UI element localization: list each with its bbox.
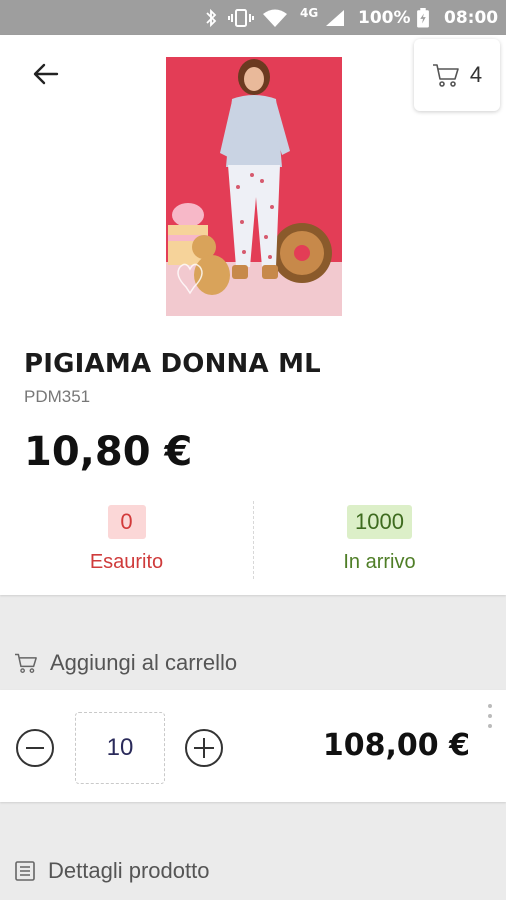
add-to-cart-label: Aggiungi al carrello xyxy=(50,650,238,675)
incoming-label: In arrivo xyxy=(343,551,416,573)
stock-incoming: 1000 In arrivo xyxy=(253,505,506,574)
arrow-left-icon xyxy=(33,63,59,85)
more-dot-icon xyxy=(488,714,492,718)
signal-icon xyxy=(326,10,344,26)
battery-icon xyxy=(417,8,429,28)
clock: 08:00 xyxy=(444,8,499,28)
quantity-card: 108,00 € xyxy=(0,690,506,802)
more-options-button[interactable] xyxy=(484,704,496,728)
cart-button[interactable]: 4 xyxy=(414,39,500,111)
back-button[interactable] xyxy=(26,59,66,89)
cart-icon xyxy=(432,64,459,87)
more-dot-icon xyxy=(488,724,492,728)
add-to-cart-header: Aggiungi al carrello xyxy=(0,638,506,688)
network-type: 4G xyxy=(300,6,319,20)
list-icon xyxy=(15,861,35,881)
wifi-icon xyxy=(263,9,287,27)
product-name: PIGIAMA DONNA ML xyxy=(24,349,321,379)
more-dot-icon xyxy=(488,704,492,708)
cart-count: 4 xyxy=(469,62,483,87)
decrease-quantity-button[interactable] xyxy=(16,729,54,767)
plus-icon xyxy=(194,738,214,758)
cart-icon xyxy=(15,653,37,673)
incoming-qty-badge: 1000 xyxy=(347,505,412,539)
status-bar: 4G 100% 08:00 xyxy=(0,0,506,35)
line-total: 108,00 € xyxy=(322,728,470,763)
bluetooth-icon xyxy=(206,8,217,28)
available-label: Esaurito xyxy=(89,551,164,573)
product-details-header[interactable]: Dettagli prodotto xyxy=(0,846,506,896)
product-card: 4 PIGIAMA DONNA ML PDM351 10,80 € 0 Esau… xyxy=(0,35,506,595)
quantity-input[interactable] xyxy=(75,712,165,784)
available-qty-badge: 0 xyxy=(107,505,146,539)
minus-icon xyxy=(26,747,44,749)
vibrate-icon xyxy=(228,9,254,27)
increase-quantity-button[interactable] xyxy=(185,729,223,767)
stock-available: 0 Esaurito xyxy=(0,505,253,574)
product-code: PDM351 xyxy=(24,387,91,406)
product-photo[interactable] xyxy=(166,57,342,316)
battery-percent: 100% xyxy=(358,8,411,28)
product-price: 10,80 € xyxy=(24,429,193,475)
product-details-label: Dettagli prodotto xyxy=(48,858,210,883)
